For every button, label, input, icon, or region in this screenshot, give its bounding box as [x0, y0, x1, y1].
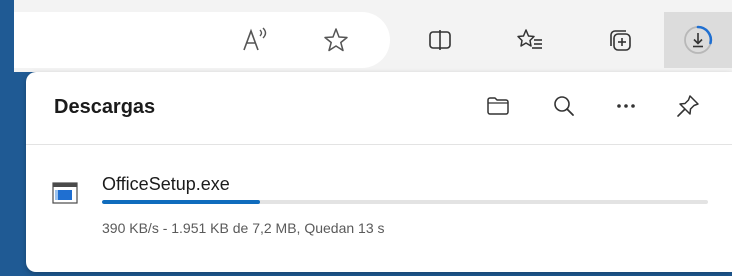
download-status: 390 KB/s - 1.951 KB de 7,2 MB, Quedan 13…: [102, 220, 385, 236]
panel-title: Descargas: [54, 96, 156, 118]
favorites-list-icon: [517, 29, 542, 49]
downloads-icon: [684, 25, 713, 54]
more-options-icon: [617, 104, 635, 108]
more-options-button[interactable]: [606, 86, 646, 126]
split-screen-button[interactable]: [418, 18, 462, 62]
search-icon: [554, 96, 574, 116]
panel-divider: [26, 144, 732, 145]
add-favorite-button[interactable]: [314, 18, 358, 62]
download-file-name[interactable]: OfficeSetup.exe: [102, 174, 230, 195]
favorite-star-icon: [324, 28, 348, 52]
browser-toolbar: [14, 0, 732, 72]
pin-panel-button[interactable]: [668, 86, 708, 126]
read-aloud-icon: [243, 27, 267, 51]
download-progress-fill: [102, 200, 260, 204]
downloads-panel: Descargas OfficeSetup.exe 390 KB/s - 1.9…: [26, 72, 732, 272]
downloads-panel-header: Descargas: [26, 72, 732, 140]
search-downloads-button[interactable]: [544, 86, 584, 126]
downloads-button[interactable]: [664, 12, 732, 68]
executable-file-icon: [52, 182, 78, 204]
collections-icon: [610, 30, 631, 51]
read-aloud-button[interactable]: [232, 18, 276, 62]
download-progress-bar: [102, 200, 708, 204]
open-downloads-folder-button[interactable]: [478, 86, 518, 126]
download-item[interactable]: OfficeSetup.exe 390 KB/s - 1.951 KB de 7…: [26, 152, 732, 262]
collections-button[interactable]: [598, 18, 642, 62]
pin-icon: [677, 95, 699, 117]
open-folder-icon: [487, 97, 509, 115]
split-screen-icon: [429, 30, 451, 50]
favorites-button[interactable]: [508, 18, 552, 62]
